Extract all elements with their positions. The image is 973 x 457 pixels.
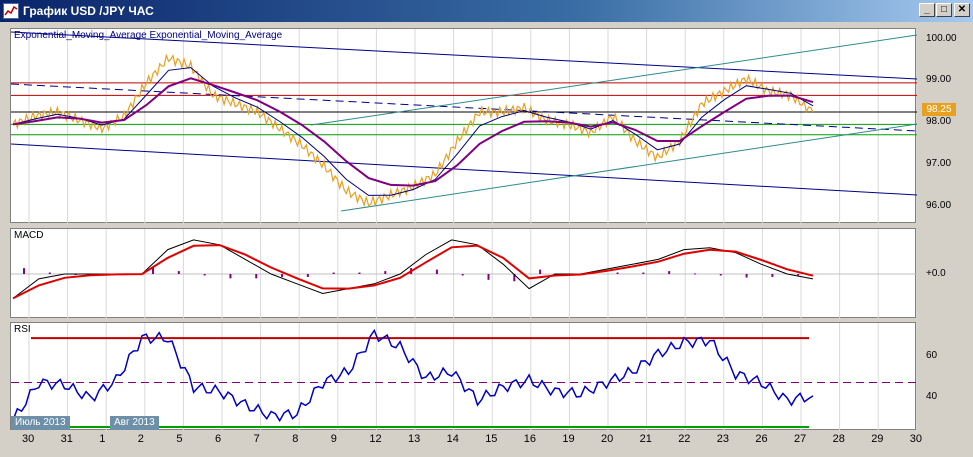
macd-histogram-bar	[177, 271, 180, 274]
day-tick-label: 27	[794, 433, 807, 445]
price-tick: 99.00	[926, 74, 952, 85]
day-tick-label: 8	[292, 433, 299, 445]
macd-histogram-bar	[642, 272, 645, 274]
window-title: График USD /JPY ЧАС	[23, 4, 154, 18]
macd-histogram-bar	[358, 272, 361, 274]
price-tick: 97.00	[926, 158, 952, 169]
macd-label: MACD	[14, 230, 44, 241]
minimize-button[interactable]: _	[919, 3, 935, 17]
trend-line	[11, 143, 917, 196]
macd-histogram-bar	[487, 274, 490, 280]
price-tick: 100.00	[926, 33, 957, 44]
macd-histogram-bar	[332, 272, 335, 274]
day-tick-label: 13	[408, 433, 421, 445]
rsi-chart	[11, 323, 917, 431]
rsi-line	[12, 328, 814, 423]
macd-histogram-bar	[797, 274, 800, 276]
macd-histogram-bar	[771, 274, 774, 277]
macd-histogram-bar	[203, 274, 206, 276]
day-tick-label: 6	[215, 433, 222, 445]
day-tick-label: 23	[716, 433, 730, 445]
chart-app-icon	[3, 3, 19, 19]
month-label-july: Июль 2013	[11, 416, 70, 430]
day-tick-label: 16	[523, 433, 537, 445]
day-tick-label: 26	[755, 433, 768, 445]
current-price-badge: 98.25	[922, 103, 956, 116]
macd-marks	[11, 239, 917, 300]
day-tick-label: 9	[330, 433, 337, 445]
macd-histogram-bar	[539, 269, 542, 274]
macd-histogram-bar	[719, 274, 722, 276]
macd-histogram-bar	[306, 274, 309, 277]
rsi-tick: 40	[926, 391, 938, 402]
day-tick-label: 1	[99, 433, 106, 445]
rsi-marks	[11, 328, 917, 428]
macd-tick: +0.0	[926, 268, 946, 279]
macd-histogram-bar	[255, 274, 258, 279]
day-tick-label: 14	[446, 433, 459, 445]
day-tick-label: 29	[871, 433, 884, 445]
macd-histogram-bar	[668, 271, 671, 274]
title-bar: График USD /JPY ЧАС _ □ ✕	[0, 0, 973, 22]
macd-histogram-bar	[281, 274, 284, 277]
day-tick-label: 31	[60, 433, 73, 445]
macd-histogram-bar	[693, 273, 696, 275]
ema-slow-line	[12, 77, 814, 187]
day-tick-label: 2	[137, 433, 144, 445]
price-marks	[11, 31, 917, 212]
day-tick-label: 30	[909, 433, 923, 445]
price-panel[interactable]: Exponential_Moving_Average Exponential_M…	[10, 28, 917, 224]
macd-histogram-bar	[229, 274, 232, 279]
close-button[interactable]: ✕	[954, 3, 970, 17]
price-chart	[11, 29, 917, 224]
macd-chart	[11, 229, 917, 319]
day-tick-label: 21	[639, 433, 652, 445]
macd-histogram-bar	[461, 274, 464, 276]
day-tick-label: 30	[22, 433, 35, 445]
rsi-panel[interactable]: RSI	[10, 322, 917, 431]
maximize-button[interactable]: □	[936, 3, 952, 17]
macd-histogram-bar	[745, 274, 748, 278]
day-tick-label: 12	[369, 433, 382, 445]
macd-histogram-bar	[48, 272, 51, 274]
price-series-line	[12, 53, 814, 208]
ema-indicator-label: Exponential_Moving_Average Exponential_M…	[14, 30, 283, 41]
month-label-august: Авг 2013	[110, 416, 159, 430]
price-tick: 96.00	[926, 200, 952, 211]
macd-histogram-bar	[384, 271, 387, 274]
day-tick-label: 5	[176, 433, 183, 445]
day-tick-label: 7	[253, 433, 260, 445]
day-tick-label: 28	[832, 433, 845, 445]
macd-histogram-bar	[616, 272, 619, 274]
day-tick-label: 19	[562, 433, 575, 445]
price-tick: 98.00	[926, 116, 952, 127]
day-tick-label: 15	[485, 433, 498, 445]
rsi-label: RSI	[14, 324, 31, 335]
macd-signal-line	[12, 244, 814, 300]
day-tick-label: 20	[601, 433, 614, 445]
macd-panel[interactable]: MACD	[10, 228, 917, 319]
macd-histogram-bar	[435, 269, 438, 274]
macd-histogram-bar	[23, 268, 25, 274]
day-tick-label: 22	[678, 433, 691, 445]
rsi-tick: 60	[926, 350, 938, 361]
